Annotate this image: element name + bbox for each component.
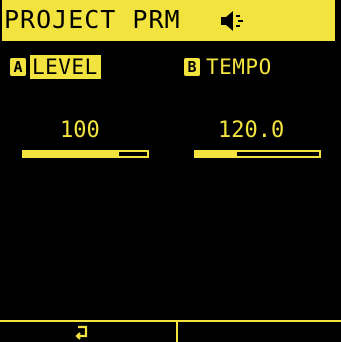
tempo-value: 120.0 xyxy=(218,118,285,143)
page-title: PROJECT PRM xyxy=(4,5,181,34)
footer-bar xyxy=(0,320,341,342)
display-screen: PROJECT PRM A LEVEL B TEMPO 100 120.0 xyxy=(0,0,341,342)
tempo-label: TEMPO xyxy=(206,55,272,79)
level-bar-fill xyxy=(24,152,119,156)
right-soft-key[interactable] xyxy=(178,322,341,342)
return-icon xyxy=(74,324,92,342)
tempo-bar xyxy=(194,150,321,158)
speaker-icon xyxy=(219,9,247,33)
tempo-bar-fill xyxy=(196,152,237,156)
param-b-label[interactable]: B TEMPO xyxy=(184,55,272,79)
level-value: 100 xyxy=(60,118,100,143)
level-bar xyxy=(22,150,149,158)
key-a-badge: A xyxy=(10,58,26,76)
header-bar: PROJECT PRM xyxy=(2,0,335,41)
key-b-badge: B xyxy=(184,58,200,76)
level-label: LEVEL xyxy=(30,55,101,79)
return-soft-key[interactable] xyxy=(0,322,176,342)
param-a-label[interactable]: A LEVEL xyxy=(10,55,101,79)
